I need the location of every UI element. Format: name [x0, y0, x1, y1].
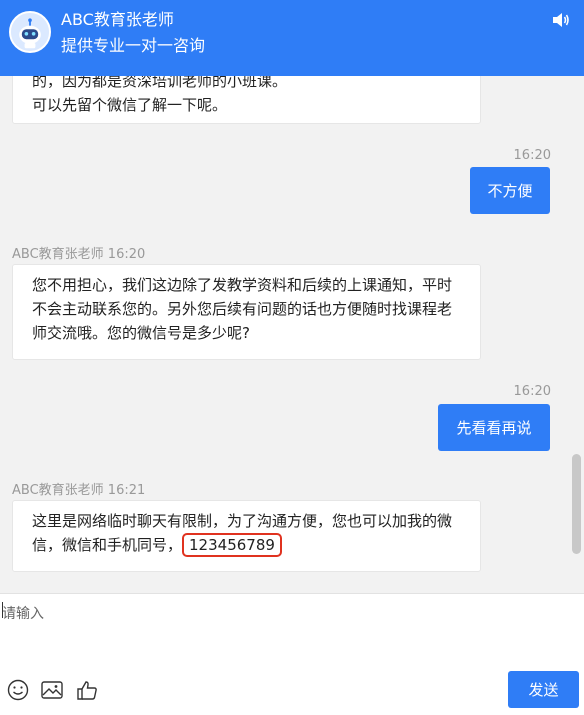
message-input[interactable]: [0, 594, 584, 664]
agent-name: ABC教育张老师: [61, 10, 174, 29]
robot-avatar-icon: [9, 11, 51, 53]
message-timestamp: 16:20: [513, 384, 551, 399]
chat-history[interactable]: 的，因为都是资深培训老师的小班课。 可以先留个微信了解一下呢。 16:20 不方…: [0, 76, 584, 593]
message-text: 信，微信和手机同号，: [32, 536, 183, 554]
chat-scrollbar[interactable]: [572, 454, 581, 554]
smiley-icon[interactable]: [6, 679, 30, 701]
user-message-bubble: 先看看再说: [438, 404, 550, 451]
message-line: 的，因为都是资深培训老师的小班课。: [32, 76, 288, 90]
message-timestamp: 16:20: [513, 148, 551, 163]
thumbs-up-icon[interactable]: [75, 679, 99, 701]
message-line: 师交流哦。您的微信号是多少呢?: [32, 324, 250, 342]
sender-info: ABC教育张老师 16:21: [12, 483, 146, 498]
speaker-icon[interactable]: [552, 12, 570, 28]
text-caret: [2, 602, 3, 618]
chat-header: ABC教育张老师 提供专业一对一咨询: [0, 0, 584, 76]
message-line: 信，微信和手机同号， 123456789: [32, 533, 461, 557]
message-line: 您不用担心，我们这边除了发教学资料和后续的上课通知，平时: [32, 276, 453, 294]
agent-message-bubble: 您不用担心，我们这边除了发教学资料和后续的上课通知，平时 不会主动联系您的。另外…: [12, 264, 481, 360]
sender-info: ABC教育张老师 16:20: [12, 247, 146, 262]
agent-message-bubble: 的，因为都是资深培训老师的小班课。 可以先留个微信了解一下呢。: [12, 76, 481, 124]
agent-message-bubble: 这里是网络临时聊天有限制，为了沟通方便，您也可以加我的微 信，微信和手机同号， 1…: [12, 500, 481, 572]
message-line: 这里是网络临时聊天有限制，为了沟通方便，您也可以加我的微: [32, 512, 453, 530]
send-button[interactable]: 发送: [508, 671, 579, 708]
message-line: 可以先留个微信了解一下呢。: [32, 96, 228, 114]
image-icon[interactable]: [40, 679, 64, 701]
agent-subtitle: 提供专业一对一咨询: [61, 36, 206, 55]
message-line: 不会主动联系您的。另外您后续有问题的话也方便随时找课程老: [32, 300, 453, 318]
user-message-bubble: 不方便: [470, 167, 550, 214]
highlighted-contact-number: 123456789: [182, 533, 282, 557]
